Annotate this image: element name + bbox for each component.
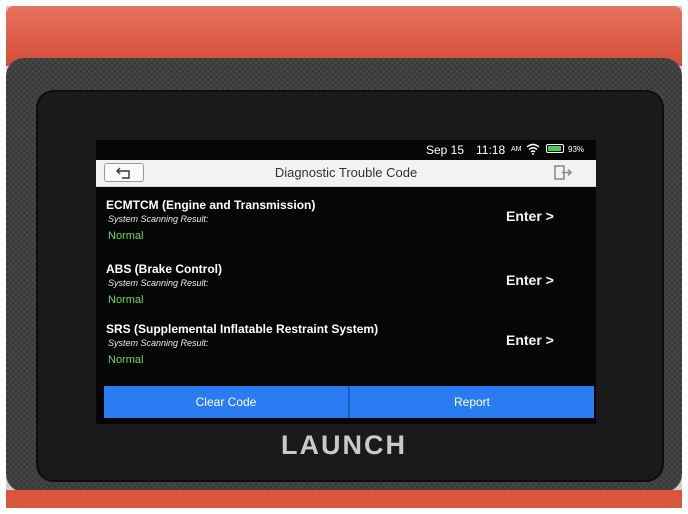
enter-button[interactable]: Enter >: [506, 208, 554, 224]
battery-percent: 93%: [568, 145, 585, 154]
scan-result-value: Normal: [108, 354, 144, 366]
wifi-icon: [526, 143, 540, 155]
clear-code-button[interactable]: Clear Code: [104, 386, 348, 418]
enter-button[interactable]: Enter >: [506, 332, 554, 348]
scan-result-value: Normal: [108, 230, 144, 242]
system-row-abs[interactable]: ABS (Brake Control) System Scanning Resu…: [96, 258, 596, 320]
battery-fill: [548, 146, 561, 151]
system-name: ABS (Brake Control): [106, 262, 223, 276]
battery-icon: [546, 144, 564, 153]
page-title: Diagnostic Trouble Code: [274, 165, 418, 180]
system-row-ecmtcm[interactable]: ECMTCM (Engine and Transmission) System …: [96, 194, 596, 256]
enter-button[interactable]: Enter >: [506, 272, 554, 288]
device-case-bottom: [6, 490, 682, 508]
system-name: ECMTCM (Engine and Transmission): [106, 198, 316, 212]
scan-result-label: System Scanning Result:: [108, 278, 209, 288]
scan-result-value: Normal: [108, 294, 144, 306]
exit-button[interactable]: [552, 163, 578, 182]
scan-result-label: System Scanning Result:: [108, 214, 209, 224]
system-row-srs[interactable]: SRS (Supplemental Inflatable Restraint S…: [96, 318, 596, 380]
bottom-action-bar: Clear Code Report: [104, 386, 594, 418]
system-name: SRS (Supplemental Inflatable Restraint S…: [106, 322, 379, 336]
title-bar: Diagnostic Trouble Code: [96, 160, 596, 187]
device-case-top: [6, 6, 682, 66]
status-date: Sep 15: [426, 143, 465, 157]
status-time: 11:18: [476, 143, 506, 157]
scan-result-label: System Scanning Result:: [108, 338, 209, 348]
screen: Sep 15 11:18 AM 93% Diagnostic Trouble C…: [96, 140, 596, 424]
report-button[interactable]: Report: [350, 386, 594, 418]
brand-logo: LAUNCH: [281, 430, 407, 460]
exit-icon: [554, 165, 573, 180]
status-ampm: AM: [511, 146, 522, 153]
status-bar: Sep 15 11:18 AM 93%: [96, 140, 596, 158]
